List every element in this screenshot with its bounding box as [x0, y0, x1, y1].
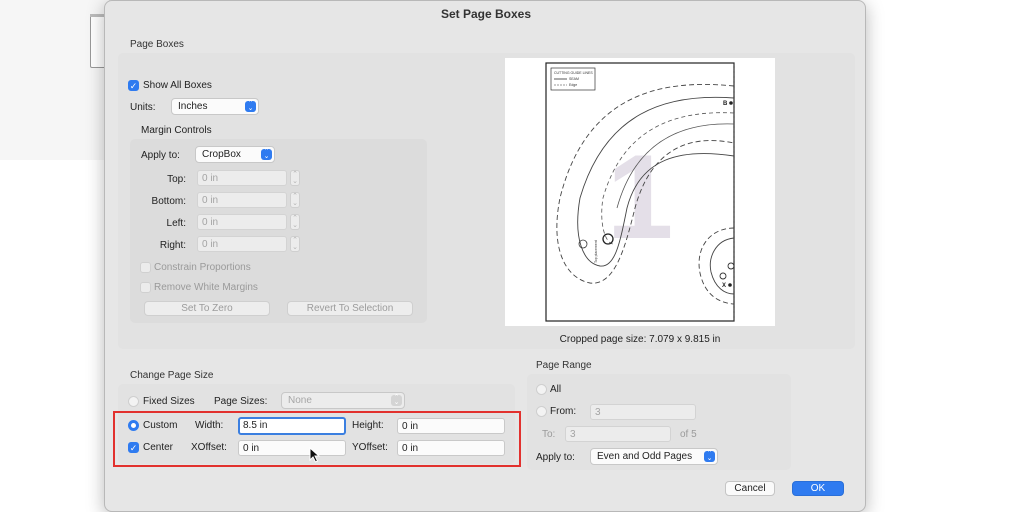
all-radio[interactable] — [536, 384, 547, 395]
top-field[interactable]: 0 in — [197, 170, 287, 186]
units-label: Units: — [130, 102, 156, 113]
right-label: Right: — [159, 240, 186, 251]
all-label: All — [550, 384, 562, 395]
page-preview-image: 1 CUTTING GUIDE LINES SEAM Edge B X Top … — [545, 62, 735, 322]
units-value: Inches — [178, 101, 208, 112]
chevron-updown-icon: ⌃ ⌄ — [245, 100, 256, 112]
remove-white-margins-label: Remove White Margins — [154, 282, 258, 293]
side-text: Top placement — [594, 240, 598, 263]
chevron-updown-icon: ⌃ ⌄ — [391, 394, 402, 406]
chevron-updown-icon: ⌃ ⌄ — [704, 450, 715, 462]
fixed-sizes-radio[interactable] — [128, 396, 139, 407]
margin-controls-panel — [130, 139, 427, 323]
page-range-apply-to-value: Even and Odd Pages — [597, 451, 693, 462]
page-sizes-value: None — [288, 395, 312, 406]
to-field[interactable]: 3 — [565, 426, 671, 442]
left-label: Left: — [166, 218, 186, 229]
units-select[interactable]: Inches ⌃ ⌄ — [171, 98, 259, 115]
revert-to-selection-button[interactable]: Revert To Selection — [287, 301, 413, 316]
page-range-apply-to-label: Apply to: — [536, 452, 575, 463]
margin-controls-title: Margin Controls — [141, 125, 212, 136]
show-all-boxes-label: Show All Boxes — [143, 80, 212, 91]
apply-to-select[interactable]: CropBox ⌃ ⌄ — [195, 146, 275, 163]
legend-line-3: Edge — [569, 83, 577, 87]
constrain-proportions-checkbox[interactable] — [140, 262, 151, 273]
mark-x: X — [722, 283, 726, 289]
fixed-sizes-label: Fixed Sizes — [143, 396, 195, 407]
from-field[interactable]: 3 — [590, 404, 696, 420]
page-range-title: Page Range — [536, 360, 592, 371]
constrain-proportions-label: Constrain Proportions — [154, 262, 251, 273]
right-field[interactable]: 0 in — [197, 236, 287, 252]
bottom-field[interactable]: 0 in — [197, 192, 287, 208]
cancel-button[interactable]: Cancel — [725, 481, 775, 496]
page-sizes-label: Page Sizes: — [214, 396, 268, 407]
set-to-zero-button[interactable]: Set To Zero — [144, 301, 270, 316]
bottom-label: Bottom: — [151, 196, 186, 207]
top-label: Top: — [167, 174, 186, 185]
right-stepper[interactable]: ⌃ ⌄ — [290, 236, 300, 252]
apply-to-label: Apply to: — [141, 150, 180, 161]
apply-to-value: CropBox — [202, 149, 241, 160]
legend-line-1: CUTTING GUIDE LINES — [554, 71, 593, 75]
bottom-stepper[interactable]: ⌃ ⌄ — [290, 192, 300, 208]
change-page-size-title: Change Page Size — [130, 370, 214, 381]
left-field[interactable]: 0 in — [197, 214, 287, 230]
mark-b: B — [723, 101, 728, 107]
legend-line-2: SEAM — [569, 77, 579, 81]
page-boxes-title: Page Boxes — [130, 39, 184, 50]
of-pages-label: of 5 — [680, 429, 697, 440]
to-label: To: — [542, 429, 556, 440]
page-range-apply-to-select[interactable]: Even and Odd Pages ⌃ ⌄ — [590, 448, 718, 465]
cropped-page-size-label: Cropped page size: 7.079 x 9.815 in — [559, 334, 721, 345]
watermark-number: 1 — [607, 130, 674, 264]
set-page-boxes-dialog: Set Page Boxes Page Boxes ✓ Show All Box… — [104, 0, 866, 512]
dialog-title: Set Page Boxes — [440, 7, 532, 21]
chevron-updown-icon: ⌃ ⌄ — [261, 148, 272, 160]
page-preview: 1 CUTTING GUIDE LINES SEAM Edge B X Top … — [505, 58, 775, 326]
remove-white-margins-checkbox[interactable] — [140, 282, 151, 293]
from-radio[interactable] — [536, 406, 547, 417]
from-label: From: — [550, 406, 577, 417]
show-all-boxes-checkbox[interactable]: ✓ — [128, 80, 139, 91]
left-stepper[interactable]: ⌃ ⌄ — [290, 214, 300, 230]
ok-button[interactable]: OK — [792, 481, 844, 496]
mouse-cursor-icon — [309, 447, 321, 463]
page-sizes-select[interactable]: None ⌃ ⌄ — [281, 392, 405, 409]
top-stepper[interactable]: ⌃ ⌄ — [290, 170, 300, 186]
